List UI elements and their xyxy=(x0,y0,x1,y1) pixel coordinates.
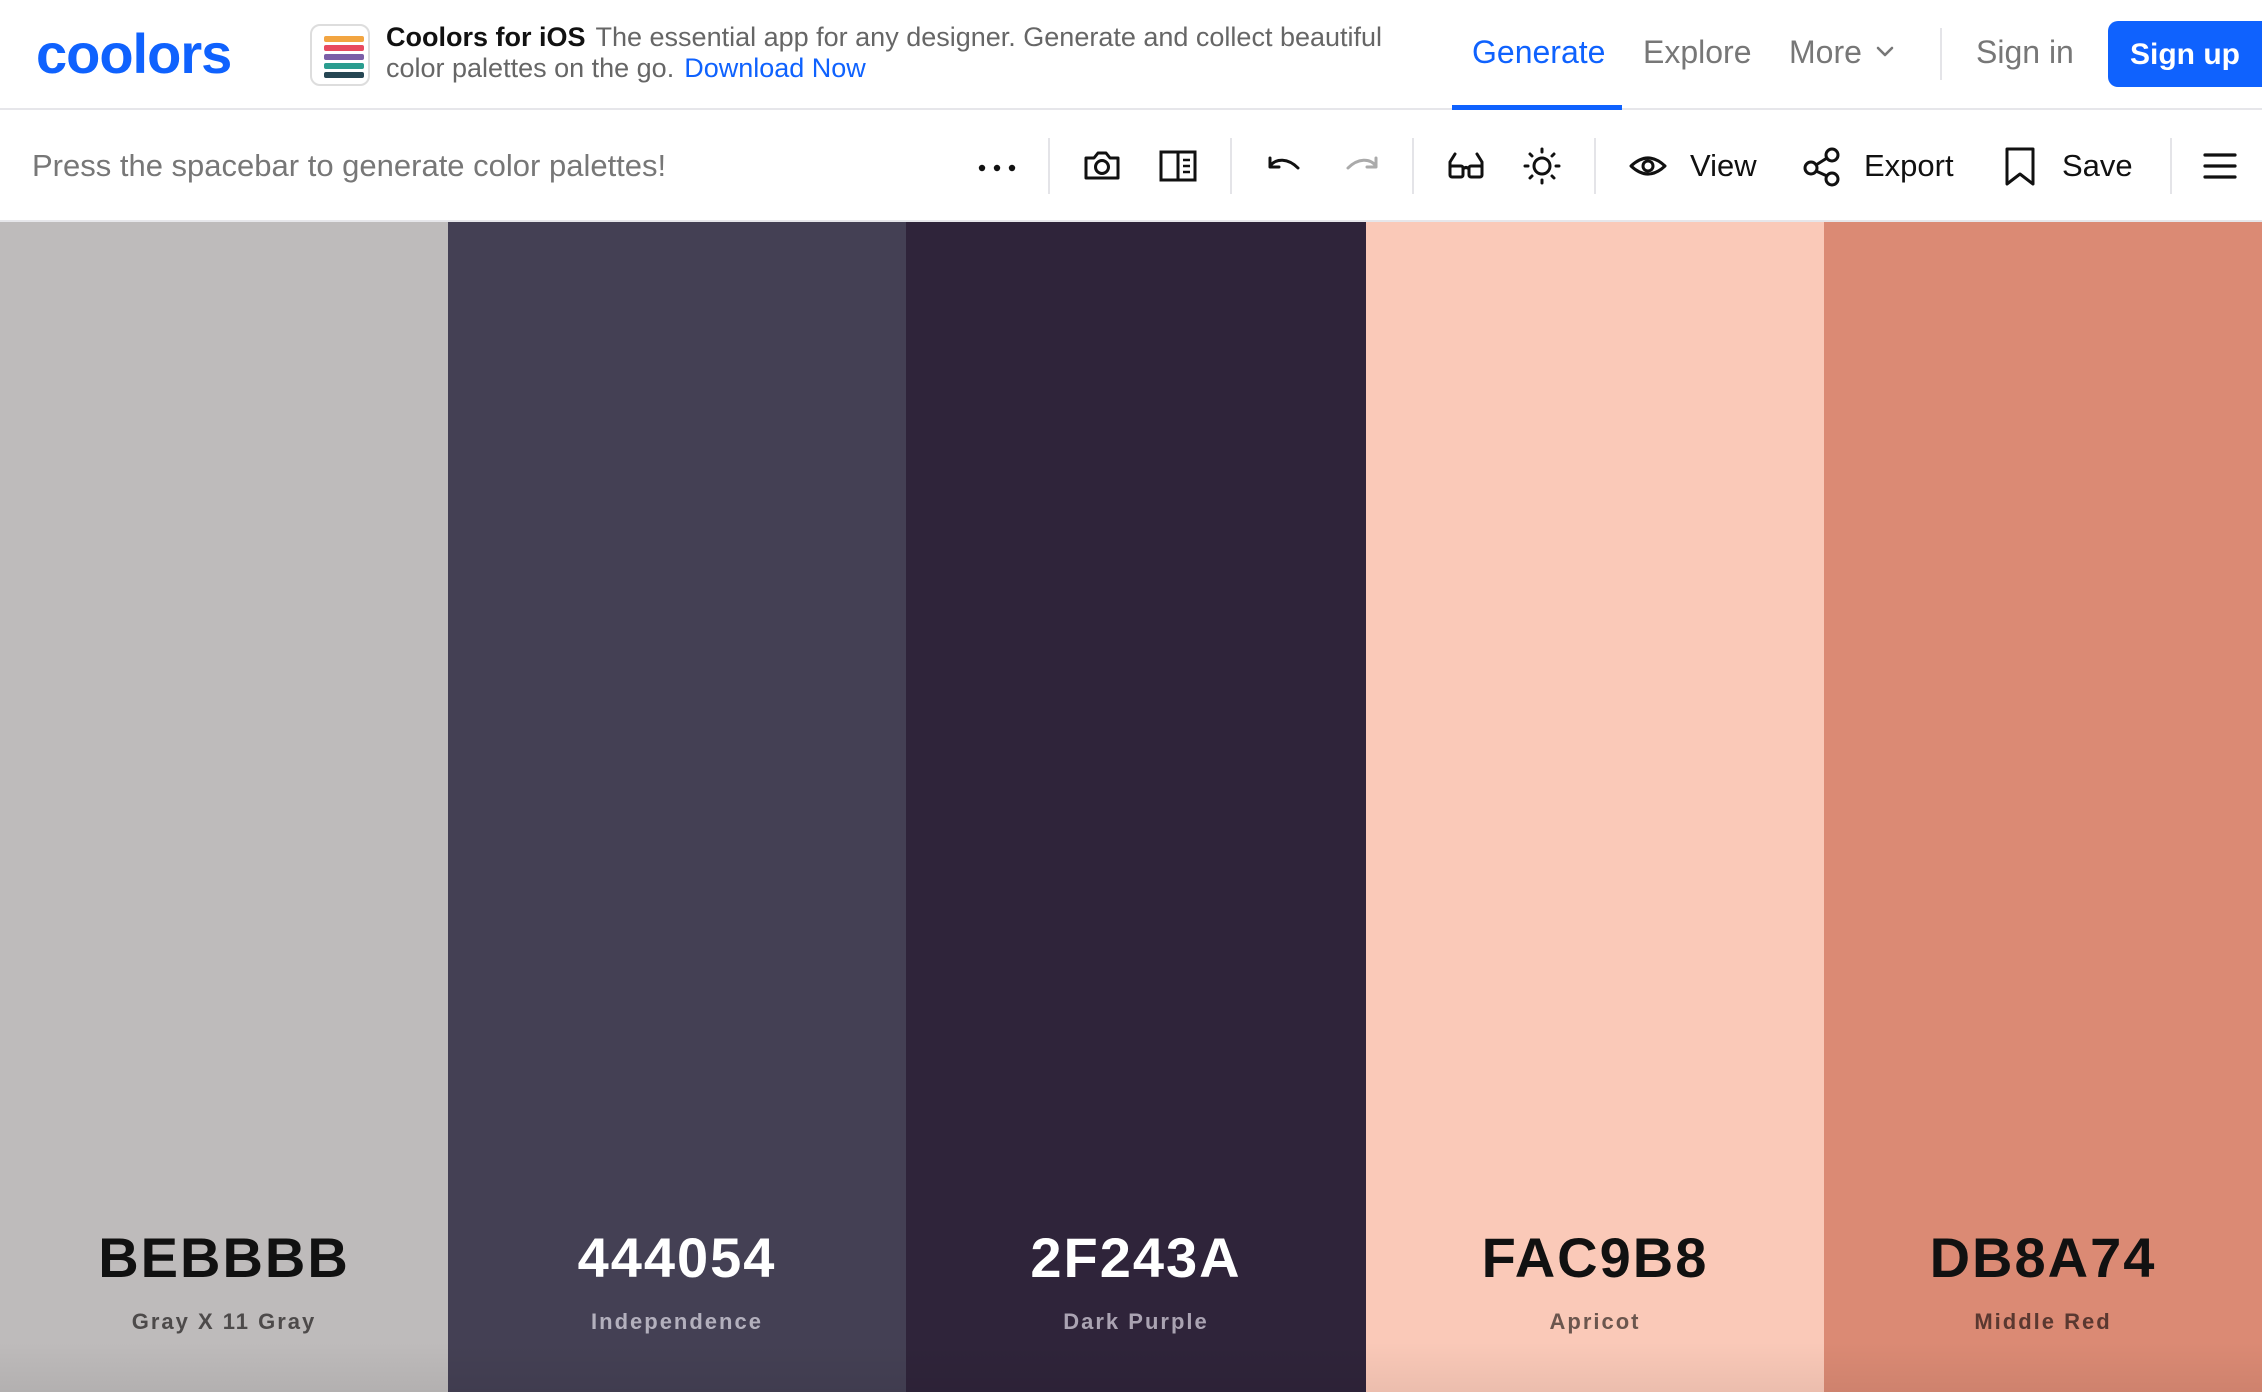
camera-icon xyxy=(1084,151,1120,180)
color-blindness-button[interactable] xyxy=(1446,138,1486,194)
view-label: View xyxy=(1690,148,1757,183)
share-icon xyxy=(1803,147,1840,187)
redo-button[interactable] xyxy=(1342,138,1382,194)
generator-toolbar: Press the spacebar to generate color pal… xyxy=(0,110,2262,222)
color-name[interactable]: Middle Red xyxy=(1824,1308,2262,1336)
bookmark-icon xyxy=(2005,147,2035,186)
eye-icon xyxy=(1629,156,1667,176)
toolbar-divider xyxy=(1594,138,1596,194)
color-hex-code[interactable]: 2F243A xyxy=(906,1226,1366,1290)
color-column[interactable]: 2F243A Dark Purple xyxy=(906,222,1366,1392)
promo-title: Coolors for iOS xyxy=(386,22,586,52)
color-column[interactable]: 444054 Independence xyxy=(448,222,906,1392)
swatch-shadow xyxy=(0,1342,448,1392)
sun-icon xyxy=(1523,147,1561,185)
color-hex-code[interactable]: BEBBBB xyxy=(0,1226,448,1290)
color-hex-code[interactable]: FAC9B8 xyxy=(1366,1226,1824,1290)
export-label: Export xyxy=(1864,148,1954,183)
swatch-shadow xyxy=(906,1342,1366,1392)
swatch-shadow xyxy=(1366,1342,1824,1392)
ios-app-icon[interactable] xyxy=(310,24,370,86)
split-panel-icon xyxy=(1159,150,1197,182)
toolbar-divider xyxy=(1048,138,1050,194)
save-label: Save xyxy=(2062,148,2133,183)
swatch-shadow xyxy=(1824,1342,2262,1392)
swatch-shadow xyxy=(448,1342,906,1392)
nav-more-label: More xyxy=(1789,34,1862,70)
chevron-down-icon xyxy=(1876,46,1894,56)
color-name[interactable]: Apricot xyxy=(1366,1308,1824,1336)
undo-button[interactable] xyxy=(1264,138,1304,194)
color-name[interactable]: Gray X 11 Gray xyxy=(0,1308,448,1336)
download-now-link[interactable]: Download Now xyxy=(684,53,866,83)
screenshot-button[interactable] xyxy=(1082,138,1122,194)
toolbar-divider xyxy=(2170,138,2172,194)
nav-more[interactable]: More xyxy=(1789,30,1894,74)
toolbar-divider xyxy=(1412,138,1414,194)
color-name[interactable]: Independence xyxy=(448,1308,906,1336)
view-button[interactable]: View xyxy=(1628,138,1757,194)
coolors-logo[interactable]: coolors xyxy=(36,26,232,82)
color-hex-code[interactable]: DB8A74 xyxy=(1824,1226,2262,1290)
sign-up-button[interactable]: Sign up xyxy=(2108,21,2262,87)
glasses-icon xyxy=(1448,152,1484,179)
nav-generate[interactable]: Generate xyxy=(1472,30,1605,74)
redo-icon xyxy=(1346,156,1378,170)
color-column[interactable]: BEBBBB Gray X 11 Gray xyxy=(0,222,448,1392)
undo-icon xyxy=(1268,156,1300,170)
toolbar-divider xyxy=(1230,138,1232,194)
color-hex-code[interactable]: 444054 xyxy=(448,1226,906,1290)
nav-divider xyxy=(1940,28,1942,80)
color-palette: BEBBBB Gray X 11 Gray 444054 Independenc… xyxy=(0,222,2262,1392)
export-button[interactable]: Export xyxy=(1802,138,1954,194)
hamburger-menu-icon xyxy=(2203,153,2237,179)
top-header: coolors Coolors for iOS The essential app… xyxy=(0,0,2262,110)
ios-promo: Coolors for iOS The essential app for any… xyxy=(386,22,1406,84)
split-view-button[interactable] xyxy=(1158,138,1198,194)
sign-in-link[interactable]: Sign in xyxy=(1976,30,2074,74)
color-column[interactable]: DB8A74 Middle Red xyxy=(1824,222,2262,1392)
nav-explore[interactable]: Explore xyxy=(1643,30,1752,74)
color-name[interactable]: Dark Purple xyxy=(906,1308,1366,1336)
more-options-button[interactable] xyxy=(976,138,1018,194)
ellipsis-icon xyxy=(978,164,1016,172)
spacebar-hint: Press the spacebar to generate color pal… xyxy=(32,148,667,183)
adjust-palette-button[interactable] xyxy=(1522,138,1562,194)
menu-button[interactable] xyxy=(2202,138,2238,194)
color-column[interactable]: FAC9B8 Apricot xyxy=(1366,222,1824,1392)
save-button[interactable]: Save xyxy=(2000,138,2133,194)
